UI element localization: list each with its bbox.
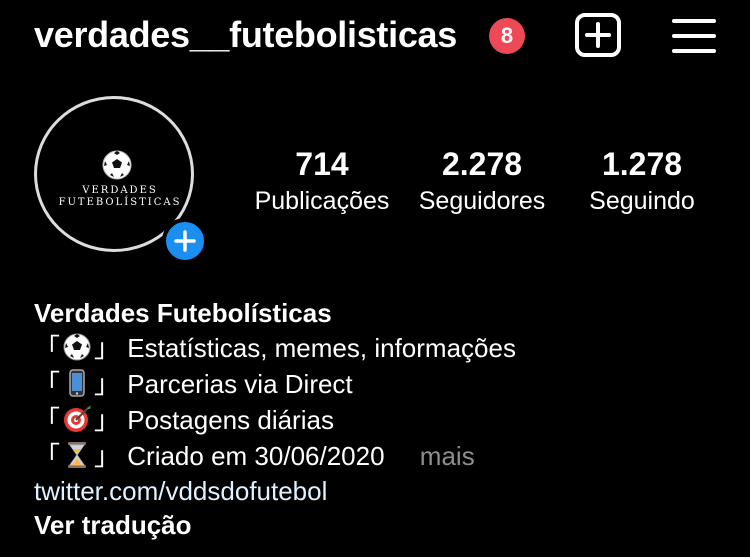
add-story-button[interactable] [162,218,208,264]
posts-stat[interactable]: 714 Publicações [246,146,398,218]
notification-badge[interactable]: 8 [489,18,525,54]
bio-text: Criado em 30/06/2020 [127,441,385,471]
new-post-button[interactable] [574,12,622,58]
bio-text: Estatísticas, memes, informações [127,333,516,363]
soccer-ball-icon [63,333,91,361]
bio-line: 「 」 Postagens diárias [34,405,334,435]
profile-header: verdades__futebolisticas 8 [0,0,750,72]
avatar-logo-line1: VERDADES [82,185,158,196]
bio-line: 「 」 Estatísticas, memes, informações [34,333,516,363]
bio-text: Postagens diárias [127,405,334,435]
see-translation-link[interactable]: Ver tradução [34,508,734,542]
bio-line: 「 」 Criado em 30/06/2020 mais [34,441,475,471]
followers-count: 2.278 [441,146,523,182]
dart-target-icon [64,405,92,432]
profile-bio: Verdades Futebolísticas 「 」 Estatísticas… [34,296,734,542]
following-label: Seguindo [589,187,695,215]
bio-website-link[interactable]: twitter.com/vddsdofutebol [34,474,734,508]
hourglass-icon [68,442,87,468]
plus-icon [174,230,196,252]
bio-text: Parcerias via Direct [127,369,353,399]
username[interactable]: verdades__futebolisticas [34,14,457,56]
menu-button[interactable] [670,16,718,56]
avatar-logo-line2: FUTEBOLÍSTICAS [58,197,182,208]
following-count: 1.278 [601,146,683,182]
hamburger-menu-icon [672,19,716,53]
posts-count: 714 [295,146,349,182]
plus-square-icon [575,13,621,57]
followers-stat[interactable]: 2.278 Seguidores [404,146,560,218]
mobile-phone-icon [69,369,85,397]
display-name: Verdades Futebolísticas [34,298,332,328]
followers-label: Seguidores [418,187,546,215]
posts-label: Publicações [254,187,390,215]
bio-line: 「 」 Parcerias via Direct [34,369,353,399]
more-link[interactable]: mais [420,441,475,471]
soccer-ball-icon [102,150,132,180]
following-stat[interactable]: 1.278 Seguindo [572,146,712,218]
